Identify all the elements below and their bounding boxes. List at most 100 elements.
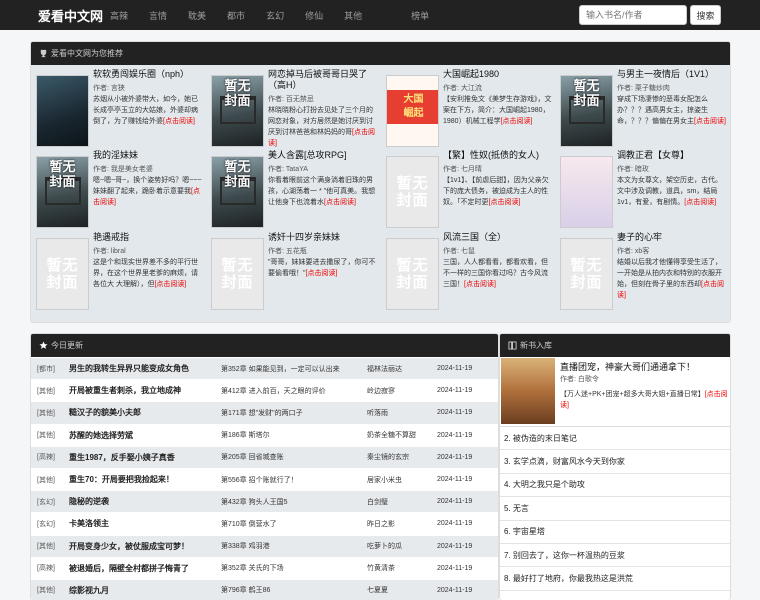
book-cover[interactable]	[36, 75, 89, 147]
read-more-link[interactable]: [点击阅读]	[163, 118, 195, 125]
book-title-link[interactable]: 被退婚后，隔壁全村都拼子悔青了	[69, 563, 221, 574]
list-item[interactable]: 7. 别回去了，这你一杯温热的豆浆	[500, 544, 730, 568]
chapter-link[interactable]: 第352章 如果能见到，一定可以认出来	[221, 364, 367, 374]
newbook-featured-title[interactable]: 直播团宠，神豪大哥们通通拿下！	[560, 360, 695, 373]
list-item[interactable]: 2. 被伪造的末日笔记	[500, 427, 730, 451]
nav-item-yanqing[interactable]: 言情	[149, 9, 167, 22]
category-label[interactable]: [高辣]	[31, 563, 69, 573]
list-item[interactable]: 5. 无言	[500, 497, 730, 521]
book-cover[interactable]: 暂无 封面	[211, 75, 264, 147]
recommend-item-title[interactable]: 艳遇戒指	[93, 232, 203, 243]
recommend-item[interactable]: 暂无 封面 我的淫妹妹 作者: 我是美女老婆 嗯~嗯~哥~，换个姿势好吗？嗯~~~妹妹翻…	[31, 150, 203, 230]
recommend-item-title[interactable]: 【繁】性奴(抵债的女人)	[443, 150, 553, 161]
book-cover[interactable]: 暂无 封面	[560, 238, 613, 310]
nav-item-xuanhuan[interactable]: 玄幻	[266, 9, 284, 22]
category-label[interactable]: [玄幻]	[31, 519, 69, 529]
search-input[interactable]	[579, 5, 687, 25]
category-label[interactable]: [其他]	[31, 386, 69, 396]
category-label[interactable]: [其他]	[31, 585, 69, 595]
recommend-item-title[interactable]: 与男主一夜情后（1V1）	[617, 69, 727, 80]
recommend-item-title[interactable]: 我的淫妹妹	[93, 150, 203, 161]
chapter-link[interactable]: 第186章 斯塔尔	[221, 430, 367, 440]
nav-item-gaola[interactable]: 高辣	[110, 9, 128, 22]
recommend-item[interactable]: 大国 崛起 大国崛起1980 作者: 大江流 【安利推免文《美梦生存游戏》，文案在下方，…	[381, 69, 553, 149]
recommend-item-title[interactable]: 大国崛起1980	[443, 69, 553, 80]
book-title-link[interactable]: 综影视九月	[69, 585, 221, 596]
category-label[interactable]: [其他]	[31, 541, 69, 551]
book-title-link[interactable]: 开局被重生者刺杀，我立地成神	[69, 385, 221, 396]
recommend-item[interactable]: 暂无 封面 网恋掉马后被哥哥日哭了（高H） 作者: 百无禁忌 林晓晓粉心打扮去见处了三个…	[206, 69, 378, 149]
nav-item-qita[interactable]: 其他	[344, 9, 362, 22]
category-label[interactable]: [都市]	[31, 364, 69, 374]
chapter-link[interactable]: 第205章 回省城查账	[221, 452, 367, 462]
book-cover[interactable]: 大国 崛起	[386, 75, 439, 147]
nav-item-rank[interactable]: 榜单	[411, 9, 429, 22]
recommend-item[interactable]: 暂无 封面 诱奸十四岁亲妹妹 作者: 五花瓶 "哥哥，妹妹要进去撒尿了，你可不要偷看哦！…	[206, 232, 378, 312]
newbook-cover[interactable]	[501, 358, 555, 424]
list-item[interactable]: 8. 最好打了地府，你最我热这是洪荒	[500, 567, 730, 591]
chapter-link[interactable]: 第338章 鸡羽港	[221, 541, 367, 551]
recommend-item[interactable]: 软软勇闯娱乐圈（nph） 作者: 言狭 苏烟从小被外婆带大，如今，她已长成亭亭玉立的…	[31, 69, 203, 149]
book-cover[interactable]: 暂无 封面	[211, 156, 264, 228]
recommend-item-title[interactable]: 美人含露[总攻RPG]	[268, 150, 378, 161]
newbook-featured[interactable]: 直播团宠，神豪大哥们通通拿下！ 作者: 白歌令 【万人迷+PK+团宠+超多大哥大…	[500, 357, 730, 427]
nav-item-dushi[interactable]: 都市	[227, 9, 245, 22]
read-more-link[interactable]: [点击阅读]	[694, 118, 726, 125]
recommend-item-title[interactable]: 网恋掉马后被哥哥日哭了（高H）	[268, 69, 378, 91]
date-label: 2024-11-19	[437, 520, 473, 528]
chapter-link[interactable]: 第171章 想"发财"的两口子	[221, 408, 367, 418]
list-item[interactable]: 6. 宇宙星塔	[500, 521, 730, 544]
category-label[interactable]: [玄幻]	[31, 497, 69, 507]
book-cover[interactable]: 暂无 封面	[386, 156, 439, 228]
nav-item-xiuxian[interactable]: 修仙	[305, 9, 323, 22]
read-more-link[interactable]: [点击阅读]	[154, 281, 186, 288]
recommend-item[interactable]: 暂无 封面 【繁】性奴(抵债的女人) 作者: 七月晴 【1v1】、【前虐后甜】，因为父亲…	[381, 150, 553, 230]
recommend-item-title[interactable]: 妻子的心牢	[617, 232, 727, 243]
book-title-link[interactable]: 重生70：开局要把我捡起来！	[69, 474, 221, 485]
read-more-link[interactable]: [点击阅读]	[684, 199, 716, 206]
book-cover[interactable]: 暂无 封面	[211, 238, 264, 310]
search-button[interactable]: 搜索	[690, 5, 721, 25]
book-title-link[interactable]: 苏醒的她选择劳斌	[69, 430, 221, 441]
category-label[interactable]: [其他]	[31, 475, 69, 485]
book-cover[interactable]: 暂无 封面	[560, 75, 613, 147]
recommend-item-title[interactable]: 调教正君【女尊】	[617, 150, 727, 161]
chapter-link[interactable]: 第412章 进入前百，天之眼的评价	[221, 386, 367, 396]
read-more-link[interactable]: [点击阅读]	[489, 199, 521, 206]
recommend-item[interactable]: 暂无 封面 与男主一夜情后（1V1） 作者: 栗子糖炒肉 穿成下场凄惨的恶毒女配怎么办？…	[555, 69, 727, 149]
list-item[interactable]: 4. 大明之我只是个助攻	[500, 474, 730, 498]
recommend-item[interactable]: 暂无 封面 艳遇戒指 作者: libral 这是个和现实世界差不多的平行世界，在这个世界…	[31, 232, 203, 312]
book-cover[interactable]: 暂无 封面	[386, 238, 439, 310]
recommend-item[interactable]: 暂无 封面 妻子的心牢 作者: xb客 结婚以后我才他懂得享受生活了，一开始是从拍内衣和…	[555, 232, 727, 312]
site-logo[interactable]: 爱看中文网	[38, 6, 110, 25]
book-title-link[interactable]: 隐秘的逆袭	[69, 496, 221, 507]
book-title-link[interactable]: 开局变身少女，被仗服成宝可梦！	[69, 541, 221, 552]
book-title-link[interactable]: 糙汉子的貌美小夫郎	[69, 407, 221, 418]
recommend-item-title[interactable]: 软软勇闯娱乐圈（nph）	[93, 69, 203, 80]
book-title-link[interactable]: 男生的我转生异界只能变成女角色	[69, 363, 221, 374]
read-more-link[interactable]: [点击阅读]	[464, 281, 496, 288]
chapter-link[interactable]: 第710章 倒营水了	[221, 519, 367, 529]
recommend-item[interactable]: 调教正君【女尊】 作者: 暗玫 本文为女尊文，架空历史，古代。文中涉及调教，道具，s…	[555, 150, 727, 230]
book-title-link[interactable]: 重生1987，反手娶小姨子真香	[69, 452, 221, 463]
category-label[interactable]: [其他]	[31, 408, 69, 418]
recommend-item[interactable]: 暂无 封面 风流三国（全） 作者: 七鼠 三国，人人都看看，都看欢看，但不一样的三国你看…	[381, 232, 553, 312]
category-label[interactable]: [其他]	[31, 430, 69, 440]
read-more-link[interactable]: [点击阅读]	[501, 118, 533, 125]
book-cover[interactable]: 暂无 封面	[36, 156, 89, 228]
book-cover[interactable]: 暂无 封面	[36, 238, 89, 310]
book-cover[interactable]	[560, 156, 613, 228]
book-title-link[interactable]: 卡美洛领主	[69, 518, 221, 529]
read-more-link[interactable]: [点击阅读]	[306, 270, 338, 277]
chapter-link[interactable]: 第352章 关氏的下场	[221, 563, 367, 573]
list-item[interactable]: 3. 玄学点滴，财富风水今天到你家	[500, 450, 730, 474]
chapter-link[interactable]: 第556章 招个账就行了！	[221, 475, 367, 485]
category-label[interactable]: [高辣]	[31, 452, 69, 462]
chapter-link[interactable]: 第796章 鹤王86	[221, 585, 367, 595]
recommend-item[interactable]: 暂无 封面 美人含露[总攻RPG] 作者: TataYA 你看着眼前这个满身淌着旧珠的男…	[206, 150, 378, 230]
recommend-item-title[interactable]: 风流三国（全）	[443, 232, 553, 243]
read-more-link[interactable]: [点击阅读]	[324, 199, 356, 206]
nav-item-danmei[interactable]: 耽美	[188, 9, 206, 22]
recommend-item-title[interactable]: 诱奸十四岁亲妹妹	[268, 232, 378, 243]
chapter-link[interactable]: 第432章 狗头人王国5	[221, 497, 367, 507]
